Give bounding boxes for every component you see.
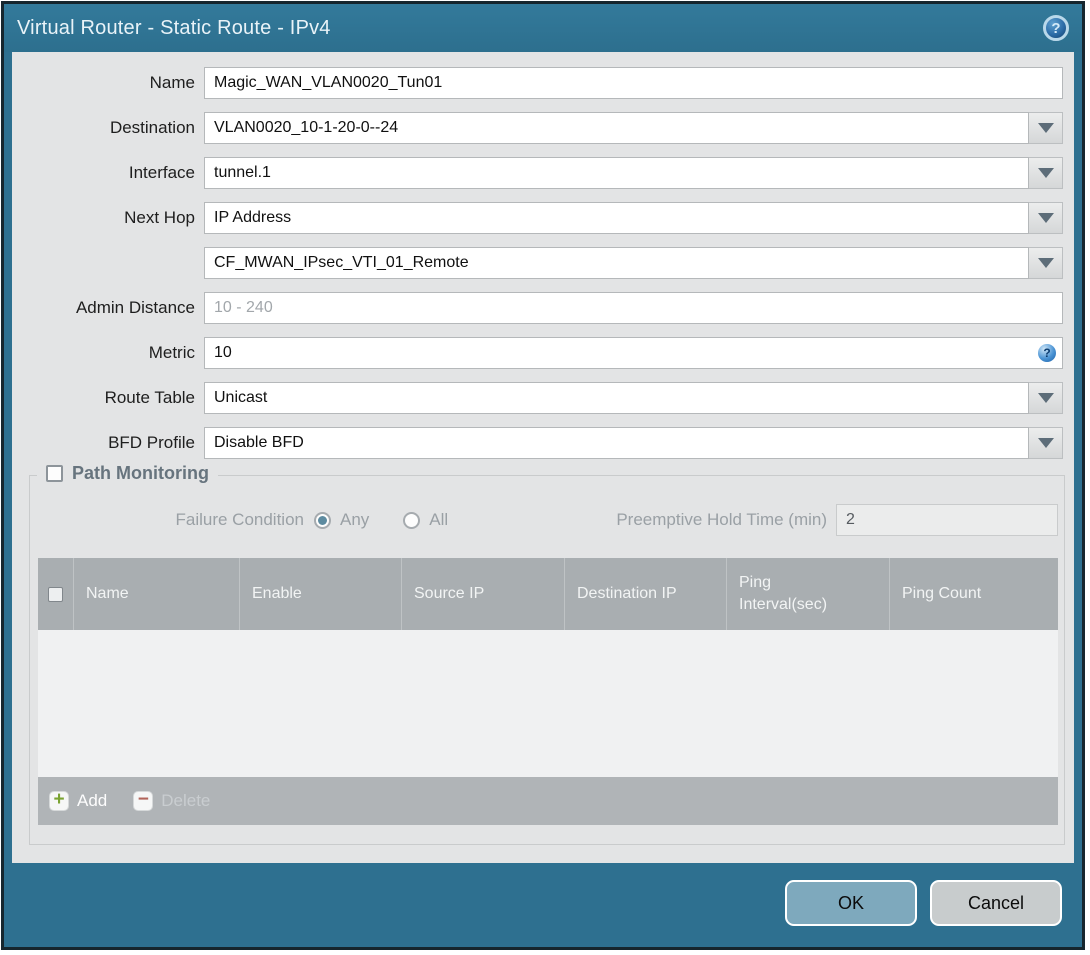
next-hop-address-dropdown-button[interactable] [1029,247,1063,279]
chevron-down-icon [1037,438,1054,448]
next-hop-address-field-wrap [204,247,1063,279]
bfd-profile-input[interactable] [204,427,1029,459]
metric-field-wrap: ? [204,337,1063,369]
failure-condition-any-label: Any [340,510,370,529]
table-toolbar: + Add − Delete [38,777,1058,825]
preemptive-hold-time-input[interactable] [836,504,1058,536]
chevron-down-icon [1037,123,1054,133]
admin-distance-input[interactable] [204,292,1063,324]
destination-row: Destination [12,112,1074,144]
route-table-field-wrap [204,382,1063,414]
name-label: Name [149,73,195,92]
next-hop-field-wrap [204,202,1063,234]
name-row: Name [12,67,1074,99]
help-icon[interactable]: ? [1043,15,1069,41]
table-header-enable: Enable [239,558,401,630]
table-header-name: Name [73,558,239,630]
next-hop-type-input[interactable] [204,202,1029,234]
name-field-wrap [204,67,1063,99]
table-header-source-ip: Source IP [401,558,564,630]
preemptive-hold-time-group: Preemptive Hold Time (min) [616,504,1058,536]
preemptive-hold-time-label: Preemptive Hold Time (min) [616,510,827,529]
destination-label: Destination [109,118,195,137]
dialog-title: Virtual Router - Static Route - IPv4 [17,16,331,39]
route-table-row: Route Table [12,382,1074,414]
dialog-body: Name Destination Interface [12,52,1074,863]
route-table-dropdown-button[interactable] [1029,382,1063,414]
interface-row: Interface [12,157,1074,189]
table-header-ping-interval: Ping Interval(sec) [726,558,889,630]
table-header-row: Name Enable Source IP Destination IP Pin… [38,558,1058,630]
static-route-dialog: Virtual Router - Static Route - IPv4 ? N… [1,1,1085,950]
path-monitoring-table: Name Enable Source IP Destination IP Pin… [38,558,1058,825]
next-hop-row: Next Hop [12,202,1074,234]
route-table-label: Route Table [104,388,195,407]
bfd-profile-field-wrap [204,427,1063,459]
delete-minus-icon: − [133,789,154,811]
add-plus-icon: + [49,789,69,811]
failure-condition-label: Failure Condition [175,510,304,529]
interface-input[interactable] [204,157,1029,189]
chevron-down-icon [1037,213,1054,223]
name-input[interactable] [204,67,1063,99]
admin-distance-field-wrap [204,292,1063,324]
dialog-footer: OK Cancel [4,863,1082,947]
table-header-ping-count: Ping Count [889,558,1058,630]
bfd-profile-row: BFD Profile [12,427,1074,459]
metric-input[interactable] [204,337,1063,369]
chevron-down-icon [1037,393,1054,403]
chevron-down-icon [1037,258,1054,268]
failure-condition-all-radio[interactable] [403,511,421,529]
path-monitoring-legend: Path Monitoring [37,463,218,484]
chevron-down-icon [1037,168,1054,178]
delete-button-label: Delete [161,791,211,810]
select-all-checkbox[interactable] [48,586,63,602]
interface-label: Interface [128,163,195,182]
bfd-profile-label: BFD Profile [108,433,195,452]
admin-distance-row: Admin Distance [12,292,1074,324]
ok-button[interactable]: OK [785,880,917,926]
metric-row: Metric ? [12,337,1074,369]
next-hop-dropdown-button[interactable] [1029,202,1063,234]
interface-dropdown-button[interactable] [1029,157,1063,189]
add-button-label: Add [77,791,108,810]
next-hop-address-input[interactable] [204,247,1029,279]
destination-input[interactable] [204,112,1029,144]
path-monitoring-options-row: Failure Condition Any All Preemptive Hol… [38,504,1058,536]
interface-field-wrap [204,157,1063,189]
route-table-input[interactable] [204,382,1029,414]
failure-condition-any-radio[interactable] [314,511,331,529]
delete-button[interactable]: − Delete [133,789,211,811]
admin-distance-label: Admin Distance [75,298,195,317]
metric-label: Metric [148,343,195,362]
add-button[interactable]: + Add [49,789,108,811]
failure-condition-all-label: All [429,510,449,529]
destination-dropdown-button[interactable] [1029,112,1063,144]
next-hop-address-row [12,247,1074,279]
path-monitoring-title: Path Monitoring [72,463,209,483]
metric-info-icon[interactable]: ? [1038,344,1056,362]
bfd-profile-dropdown-button[interactable] [1029,427,1063,459]
path-monitoring-checkbox[interactable] [46,465,63,482]
next-hop-label: Next Hop [124,208,195,227]
table-header-destination-ip: Destination IP [564,558,726,630]
dialog-titlebar: Virtual Router - Static Route - IPv4 ? [4,4,1082,52]
table-header-checkbox-cell [38,558,73,630]
path-monitoring-section: Path Monitoring Failure Condition Any Al… [29,463,1065,845]
table-body-empty [38,630,1058,777]
destination-field-wrap [204,112,1063,144]
cancel-button[interactable]: Cancel [930,880,1062,926]
